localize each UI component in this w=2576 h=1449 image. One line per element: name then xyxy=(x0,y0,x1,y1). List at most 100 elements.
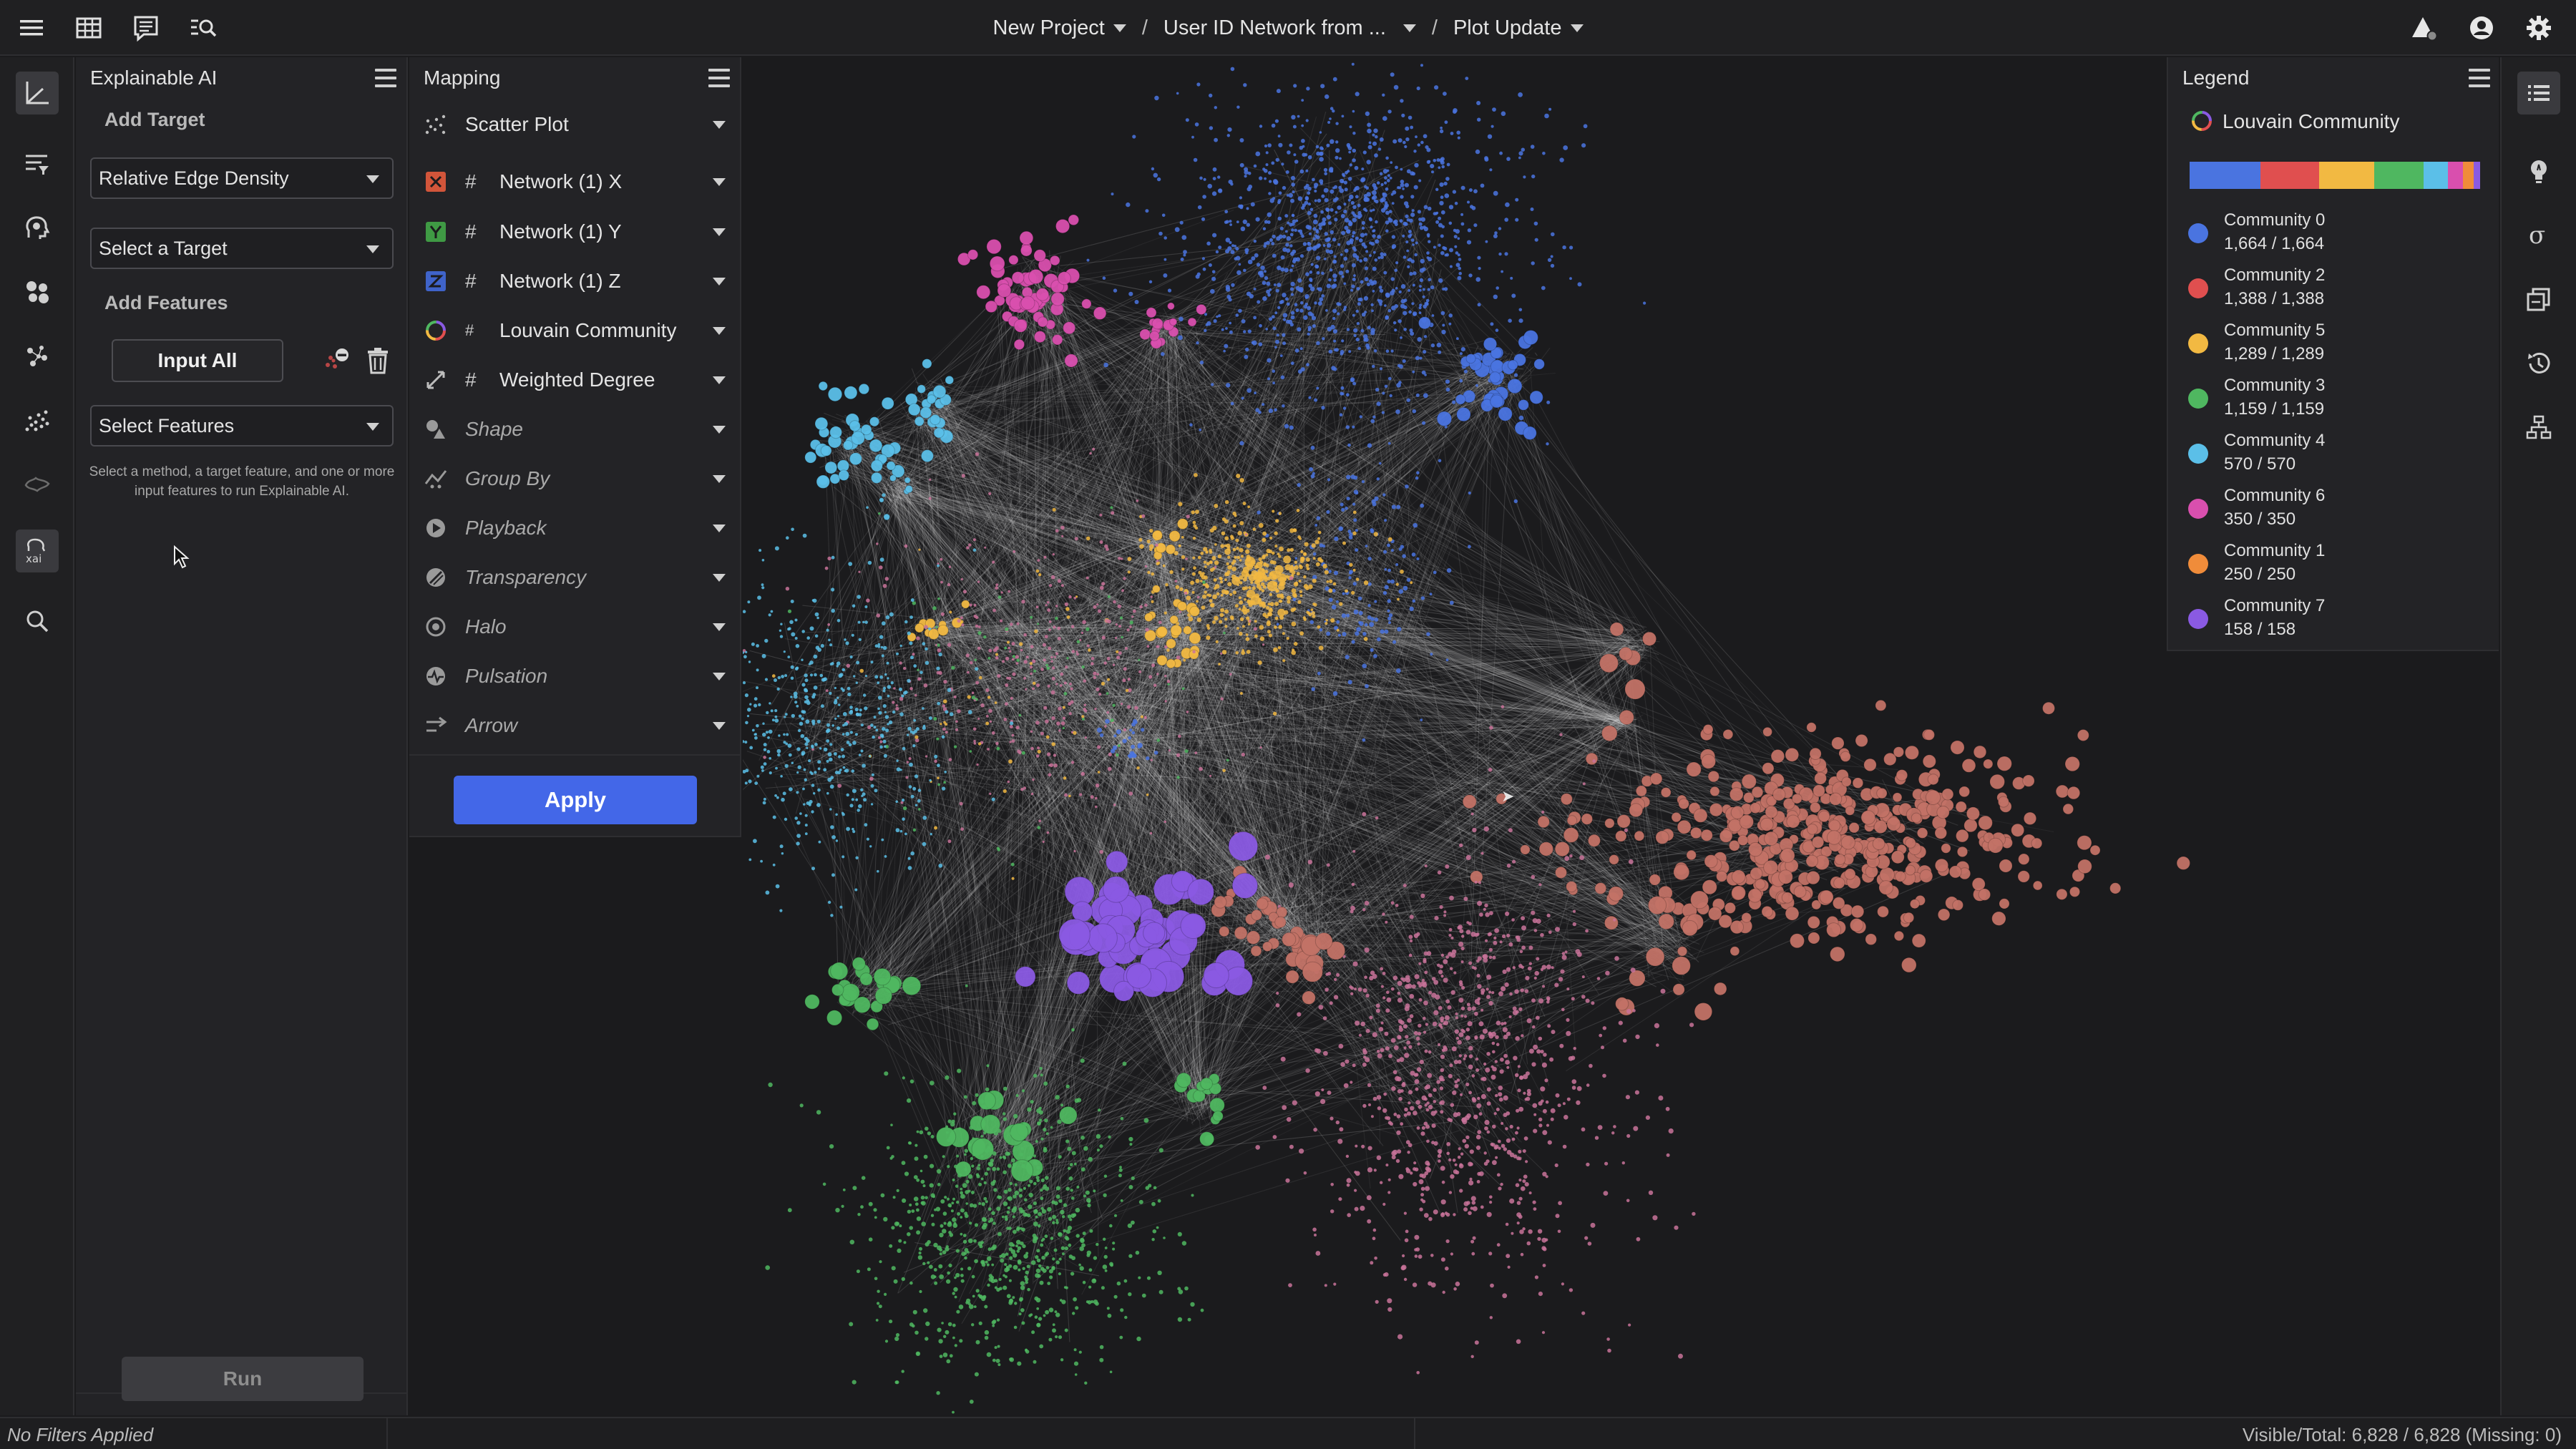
panel-menu-icon[interactable] xyxy=(708,69,730,87)
legend-color-segment xyxy=(2374,162,2424,189)
legend-item[interactable]: Community 2 1,388 / 1,388 xyxy=(2168,265,2483,316)
legend-item-name: Community 1 xyxy=(2224,541,2326,560)
categorical-type-icon: # xyxy=(465,321,474,339)
mapping-panel-title: Mapping xyxy=(424,67,501,89)
mapping-row-z[interactable]: # Network (1) Z xyxy=(409,260,741,303)
list-icon[interactable] xyxy=(2517,72,2560,114)
network-nodes-icon[interactable] xyxy=(16,335,59,378)
input-all-button[interactable]: Input All xyxy=(112,339,283,382)
scatter-icon xyxy=(424,112,448,137)
sigma-icon[interactable]: σ xyxy=(2517,213,2560,256)
numeric-type-icon: # xyxy=(465,220,477,243)
svg-text:xai: xai xyxy=(26,552,42,565)
legend-item-count: 1,159 / 1,159 xyxy=(2224,399,2325,419)
breadcrumb-plot[interactable]: Plot Update xyxy=(1453,16,1584,40)
pulsation-icon xyxy=(424,664,448,688)
chevron-down-icon xyxy=(713,278,726,286)
panel-menu-icon[interactable] xyxy=(375,69,396,87)
legend-swatch xyxy=(2188,444,2208,464)
history-icon[interactable] xyxy=(2517,342,2560,385)
method-select-value: Relative Edge Density xyxy=(99,167,289,189)
status-divider xyxy=(386,1418,388,1449)
mapping-row-transparency[interactable]: Transparency xyxy=(409,556,741,599)
legend-title: Legend xyxy=(2182,67,2250,89)
legend-item[interactable]: Community 7 158 / 158 xyxy=(2168,596,2483,646)
clusters-icon[interactable] xyxy=(16,270,59,313)
legend-item[interactable]: Community 6 350 / 350 xyxy=(2168,486,2483,536)
breadcrumb-project-label: New Project xyxy=(992,16,1105,39)
scatter-icon[interactable] xyxy=(16,399,59,442)
chevron-down-icon xyxy=(1402,24,1416,32)
breadcrumb-separator: / xyxy=(1141,16,1148,39)
legend-item[interactable]: Community 0 1,664 / 1,664 xyxy=(2168,210,2483,260)
breadcrumb-separator: / xyxy=(1431,16,1438,39)
map-icon[interactable] xyxy=(16,464,59,507)
features-select[interactable]: Select Features xyxy=(90,405,394,447)
mapping-row-size[interactable]: # Weighted Degree xyxy=(409,358,741,401)
color-wheel-icon xyxy=(2190,109,2215,135)
chevron-down-icon xyxy=(713,673,726,680)
legend-item-count: 350 / 350 xyxy=(2224,509,2296,529)
trash-icon[interactable] xyxy=(365,346,391,375)
panel-divider xyxy=(409,754,741,756)
axes-icon[interactable] xyxy=(16,72,59,114)
legend-color-segment xyxy=(2260,162,2320,189)
settings-gear-icon[interactable] xyxy=(2524,14,2553,42)
breadcrumb-dataset[interactable]: User ID Network from ... xyxy=(1163,16,1416,40)
head-gears-icon[interactable] xyxy=(16,206,59,249)
legend-item[interactable]: Community 1 250 / 250 xyxy=(2168,541,2483,591)
legend-item-count: 570 / 570 xyxy=(2224,454,2296,474)
legend-item[interactable]: Community 5 1,289 / 1,289 xyxy=(2168,321,2483,371)
breadcrumb-project[interactable]: New Project xyxy=(993,16,1126,40)
mapping-row-playback[interactable]: Playback xyxy=(409,507,741,550)
search-icon[interactable] xyxy=(16,600,59,643)
right-tool-rail: σ xyxy=(2500,57,2576,1415)
method-select[interactable]: Relative Edge Density xyxy=(90,157,394,199)
legend-item-name: Community 2 xyxy=(2224,265,2326,285)
account-icon[interactable] xyxy=(2467,14,2496,42)
plot-type-label: Scatter Plot xyxy=(465,113,569,135)
visible-total-status: Visible/Total: 6,828 / 6,828 (Missing: 0… xyxy=(2242,1424,2562,1445)
alerts-icon[interactable] xyxy=(2410,14,2439,42)
run-button[interactable]: Run xyxy=(122,1357,364,1401)
mapping-row-y[interactable]: # Network (1) Y xyxy=(409,210,741,253)
mapping-row-label: Transparency xyxy=(465,566,587,588)
legend-item-count: 1,289 / 1,289 xyxy=(2224,344,2325,364)
copy-icon[interactable] xyxy=(2517,278,2560,321)
mapping-row-shape[interactable]: Shape xyxy=(409,408,741,451)
apply-button[interactable]: Apply xyxy=(454,776,697,824)
numeric-type-icon: # xyxy=(465,170,477,192)
mapping-row-label: Network (1) X xyxy=(499,170,623,192)
remove-features-icon[interactable] xyxy=(322,346,351,375)
chevron-down-icon xyxy=(713,327,726,335)
tree-icon[interactable] xyxy=(2517,406,2560,449)
legend-item[interactable]: Community 3 1,159 / 1,159 xyxy=(2168,376,2483,426)
legend-item[interactable]: Community 4 570 / 570 xyxy=(2168,431,2483,481)
mapping-row-halo[interactable]: Halo xyxy=(409,605,741,648)
mapping-row-pulsation[interactable]: Pulsation xyxy=(409,655,741,698)
filter-icon[interactable] xyxy=(16,142,59,185)
mapping-row-label: Group By xyxy=(465,467,550,489)
network-edges xyxy=(743,109,2054,1342)
legend-feature-label: Louvain Community xyxy=(2223,110,2400,132)
lightbulb-icon[interactable] xyxy=(2517,150,2560,193)
legend-panel: Legend Louvain Community Community 0 1,66… xyxy=(2167,57,2499,651)
target-select[interactable]: Select a Target xyxy=(90,228,394,269)
breadcrumb-plot-label: Plot Update xyxy=(1453,16,1562,39)
chevron-down-icon xyxy=(1570,24,1584,32)
xai-hint-text: Select a method, a target feature, and o… xyxy=(89,464,395,499)
playback-icon xyxy=(424,516,448,540)
mapping-row-color[interactable]: # Louvain Community xyxy=(409,309,741,352)
panel-menu-icon[interactable] xyxy=(2469,69,2490,87)
mapping-row-label: Weighted Degree xyxy=(499,369,655,391)
chevron-down-icon xyxy=(713,574,726,582)
plot-type-select[interactable]: Scatter Plot xyxy=(409,103,741,146)
chevron-down-icon xyxy=(713,178,726,186)
xai-icon[interactable]: xai xyxy=(16,530,59,572)
group-by-icon xyxy=(424,467,448,491)
legend-swatch xyxy=(2188,499,2208,519)
mapping-row-x[interactable]: # Network (1) X xyxy=(409,160,741,203)
chevron-down-icon xyxy=(713,722,726,730)
mapping-row-arrow[interactable]: Arrow xyxy=(409,704,741,747)
mapping-row-group-by[interactable]: Group By xyxy=(409,457,741,500)
